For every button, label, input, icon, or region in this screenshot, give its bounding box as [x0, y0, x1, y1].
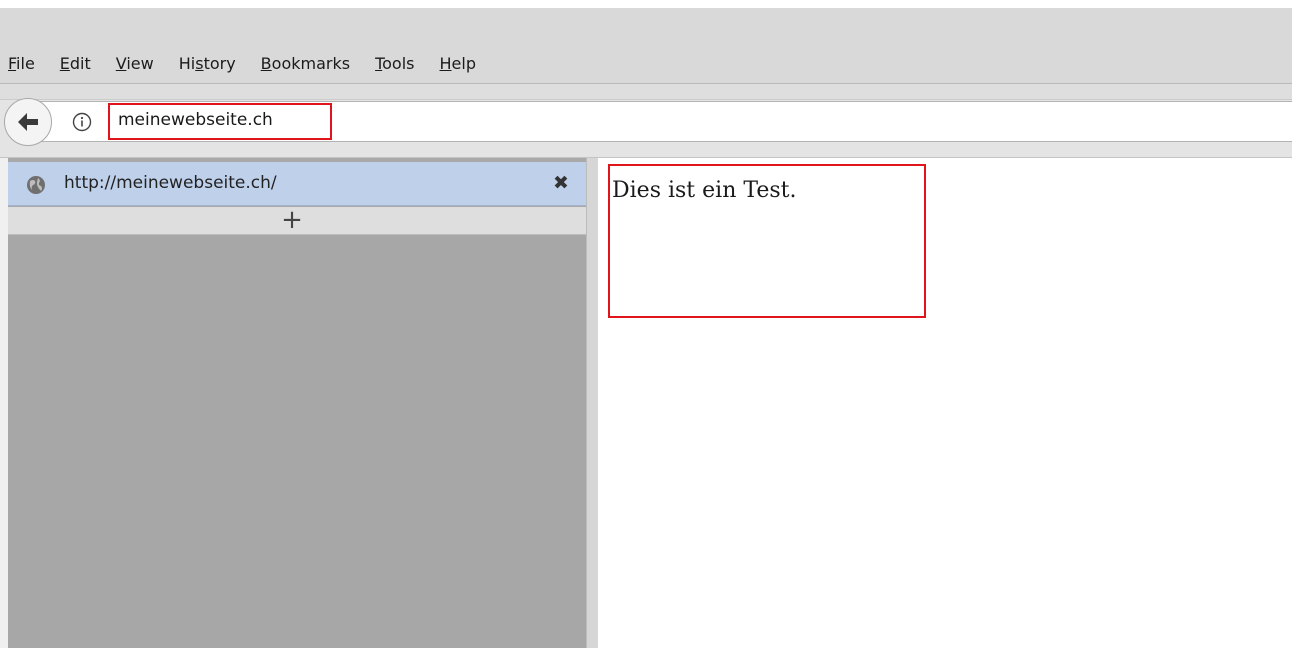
menu-view[interactable]: View [116, 54, 154, 73]
menu-edit[interactable]: Edit [60, 54, 91, 73]
sidebar-empty-area [8, 236, 586, 648]
sidebar-splitter[interactable] [586, 158, 598, 648]
menu-bookmarks[interactable]: Bookmarks [261, 54, 350, 73]
toolbar-stripe [0, 84, 1292, 100]
browser-window: File Edit View History Bookmarks Tools H… [0, 0, 1292, 648]
back-arrow-icon [18, 113, 38, 131]
tab-sidebar: http://meinewebseite.ch/ ✖ + [0, 158, 598, 648]
menu-tools[interactable]: Tools [375, 54, 414, 73]
globe-icon [27, 176, 45, 194]
sidebar-edge [0, 158, 8, 648]
plus-icon: + [281, 205, 303, 235]
new-tab-button[interactable]: + [8, 207, 586, 235]
close-tab-icon[interactable]: ✖ [550, 171, 572, 195]
menu-bar: File Edit View History Bookmarks Tools H… [0, 8, 1292, 84]
top-margin [0, 0, 1292, 8]
menu-file[interactable]: File [8, 54, 35, 73]
tab-item[interactable]: http://meinewebseite.ch/ ✖ [8, 162, 586, 206]
info-icon[interactable] [72, 112, 92, 132]
page-text: Dies ist ein Test. [612, 178, 797, 203]
tab-title: http://meinewebseite.ch/ [64, 173, 277, 193]
back-button[interactable] [4, 98, 52, 146]
menu-history[interactable]: History [179, 54, 236, 73]
page-content: Dies ist ein Test. [598, 158, 1292, 648]
url-text[interactable]: meinewebseite.ch [118, 110, 273, 130]
menu-items: File Edit View History Bookmarks Tools H… [8, 54, 501, 73]
menu-help[interactable]: Help [440, 54, 476, 73]
